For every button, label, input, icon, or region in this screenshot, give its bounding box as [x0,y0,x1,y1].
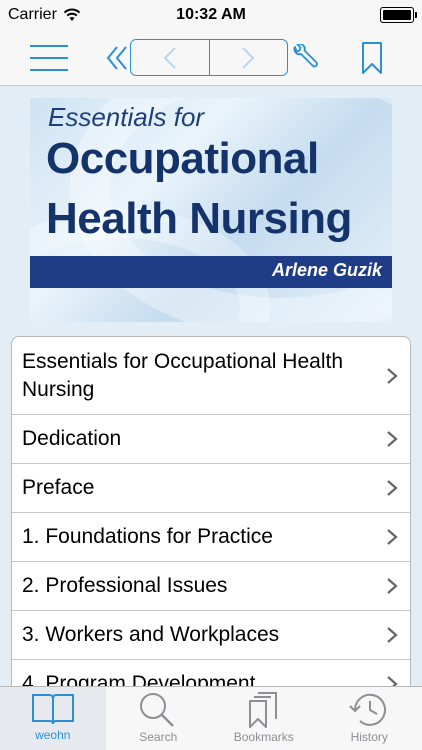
first-page-button[interactable] [104,42,130,74]
table-of-contents: Essentials for Occupational Health Nursi… [11,336,411,688]
toc-item-label: Preface [22,476,95,499]
menu-button[interactable] [28,40,70,76]
menu-icon [30,45,68,71]
status-bar: Carrier 10:32 AM [0,0,422,30]
toc-item[interactable]: 4. Program Development [12,660,410,687]
cover-subtitle: Essentials for [48,102,205,132]
cover-author-band: Arlene Guzik [30,256,392,288]
back-arrow-icon [163,46,176,69]
forward-button[interactable] [208,40,288,75]
status-left: Carrier [8,6,81,24]
tab-history[interactable]: History [317,687,422,750]
chevron-right-icon [387,431,398,447]
toc-item-label: Essentials for Occupational Health Nursi… [22,349,343,401]
tab-label: Search [139,730,178,744]
chevron-right-icon [387,529,398,545]
toc-item-label: 1. Foundations for Practice [22,525,273,548]
cover-author: Arlene Guzik [271,260,382,280]
toc-item-label: 3. Workers and Workplaces [22,623,280,646]
back-button[interactable] [131,40,209,75]
toolbar [0,30,422,86]
cover-title-line1: Occupational [46,134,319,183]
battery-icon [380,7,417,23]
chevron-right-icon [387,367,398,384]
tab-bar: weohn Search Bookmarks History [0,686,422,750]
bookmark-button[interactable] [356,38,388,78]
tab-label: History [350,730,388,744]
toc-item[interactable]: 2. Professional Issues [12,562,410,611]
toc-item[interactable]: 3. Workers and Workplaces [12,611,410,660]
carrier-label: Carrier [8,6,57,23]
settings-button[interactable] [290,40,320,76]
chevron-right-icon [387,480,398,496]
book-cover: Essentials for Occupational Health Nursi… [30,98,392,322]
toc-item[interactable]: 1. Foundations for Practice [12,513,410,562]
tab-label: weohn [35,728,71,742]
history-icon [349,693,387,726]
chevron-right-icon [387,627,398,643]
toc-item[interactable]: Essentials for Occupational Health Nursi… [12,337,410,415]
search-icon [140,693,175,727]
toc-item-label: Dedication [22,427,122,450]
wifi-icon [63,8,81,21]
tab-bookmarks[interactable]: Bookmarks [211,687,317,750]
cover-title-line2: Health Nursing [46,194,352,243]
wrench-icon [293,44,318,68]
bookmark-icon [362,42,382,74]
history-nav-segment [130,39,288,76]
toc-item[interactable]: Preface [12,464,410,513]
tab-search[interactable]: Search [106,687,212,750]
tab-weohn[interactable]: weohn [0,687,106,750]
forward-arrow-icon [242,46,255,69]
tab-label: Bookmarks [233,730,294,744]
double-chevron-left-icon [106,46,127,70]
chevron-right-icon [387,578,398,594]
toc-item-label: 2. Professional Issues [22,574,228,597]
toc-item[interactable]: Dedication [12,415,410,464]
bookmarks-icon [248,692,277,728]
book-icon [31,694,74,725]
